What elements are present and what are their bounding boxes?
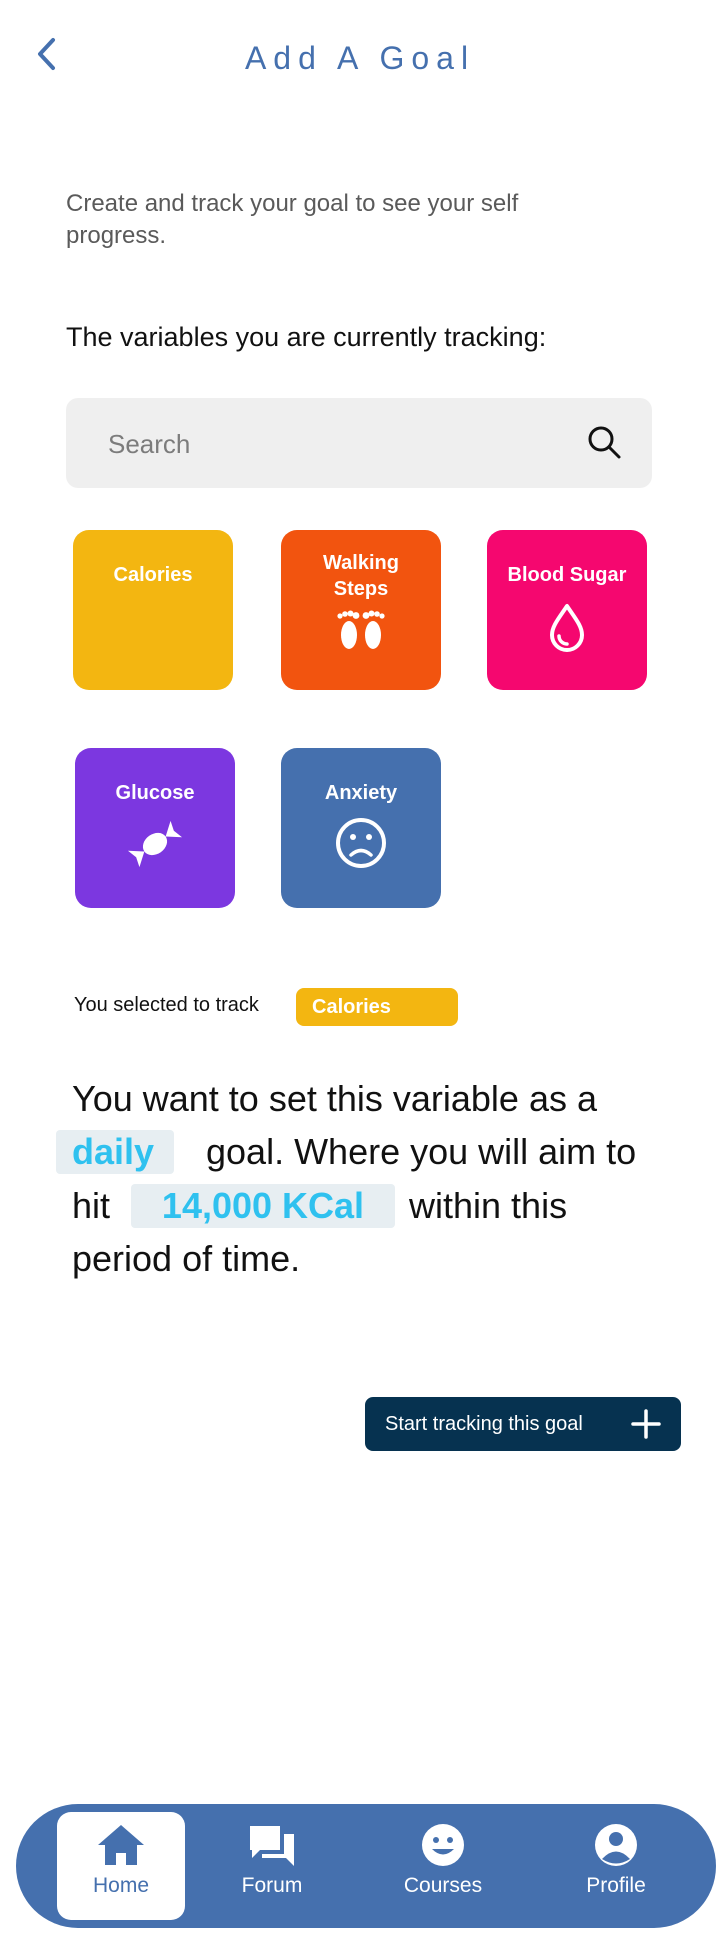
bottom-navigation: Home Forum Courses Profile: [16, 1804, 716, 1928]
goal-period-selector[interactable]: daily: [56, 1130, 174, 1174]
search-icon: [588, 426, 621, 459]
profile-icon: [595, 1824, 637, 1866]
goal-target-input[interactable]: 14,000 KCal: [131, 1184, 395, 1228]
goal-sentence-line2: goal. Where you will aim to: [206, 1131, 637, 1172]
variable-tile-anxiety[interactable]: Anxiety: [281, 748, 441, 908]
nav-courses[interactable]: Courses: [379, 1812, 507, 1920]
search-button[interactable]: [586, 424, 622, 460]
home-icon: [98, 1825, 144, 1865]
search-input[interactable]: [106, 398, 550, 490]
page-title: Add A Goal: [244, 40, 476, 76]
variable-tile-glucose[interactable]: Glucose: [75, 748, 235, 908]
footprints-icon: [337, 610, 385, 649]
variable-tile-calories[interactable]: Calories: [73, 530, 233, 690]
variable-tile-walking-steps[interactable]: Walking Steps: [281, 530, 441, 690]
goal-sentence-line4: period of time.: [72, 1238, 301, 1279]
candy-icon: [127, 820, 183, 868]
tile-label: Anxiety: [324, 782, 398, 804]
smiley-icon: [422, 1824, 464, 1866]
tile-label: Walking Steps: [323, 552, 399, 600]
nav-label: Forum: [241, 1874, 303, 1897]
tile-label: Calories: [113, 564, 193, 586]
tile-label: Blood Sugar: [507, 564, 627, 586]
tile-label: Glucose: [115, 782, 195, 804]
variable-tile-blood-sugar[interactable]: Blood Sugar: [487, 530, 647, 690]
start-tracking-button[interactable]: Start tracking this goal: [365, 1397, 681, 1451]
nav-home[interactable]: Home: [57, 1812, 185, 1920]
selected-variable-badge[interactable]: Calories: [296, 988, 458, 1026]
goal-sentence-within: within this: [409, 1185, 568, 1226]
goal-sentence-line1: You want to set this variable as a: [72, 1078, 597, 1119]
forum-icon: [250, 1826, 294, 1866]
nav-label: Home: [92, 1874, 150, 1897]
nav-profile[interactable]: Profile: [552, 1812, 680, 1920]
droplet-icon: [550, 604, 584, 652]
start-tracking-label: Start tracking this goal: [385, 1413, 583, 1435]
section-heading: The variables you are currently tracking…: [66, 322, 547, 352]
goal-sentence-hit: hit: [72, 1185, 111, 1226]
nav-label: Profile: [586, 1874, 646, 1897]
plus-icon: [631, 1409, 661, 1439]
sad-face-icon: [336, 818, 386, 868]
selection-label: You selected to track: [74, 994, 259, 1016]
search-bar: [66, 398, 652, 490]
intro-text: Create and track your goal to see your s…: [66, 190, 519, 249]
nav-label: Courses: [403, 1874, 483, 1897]
nav-forum[interactable]: Forum: [208, 1812, 336, 1920]
